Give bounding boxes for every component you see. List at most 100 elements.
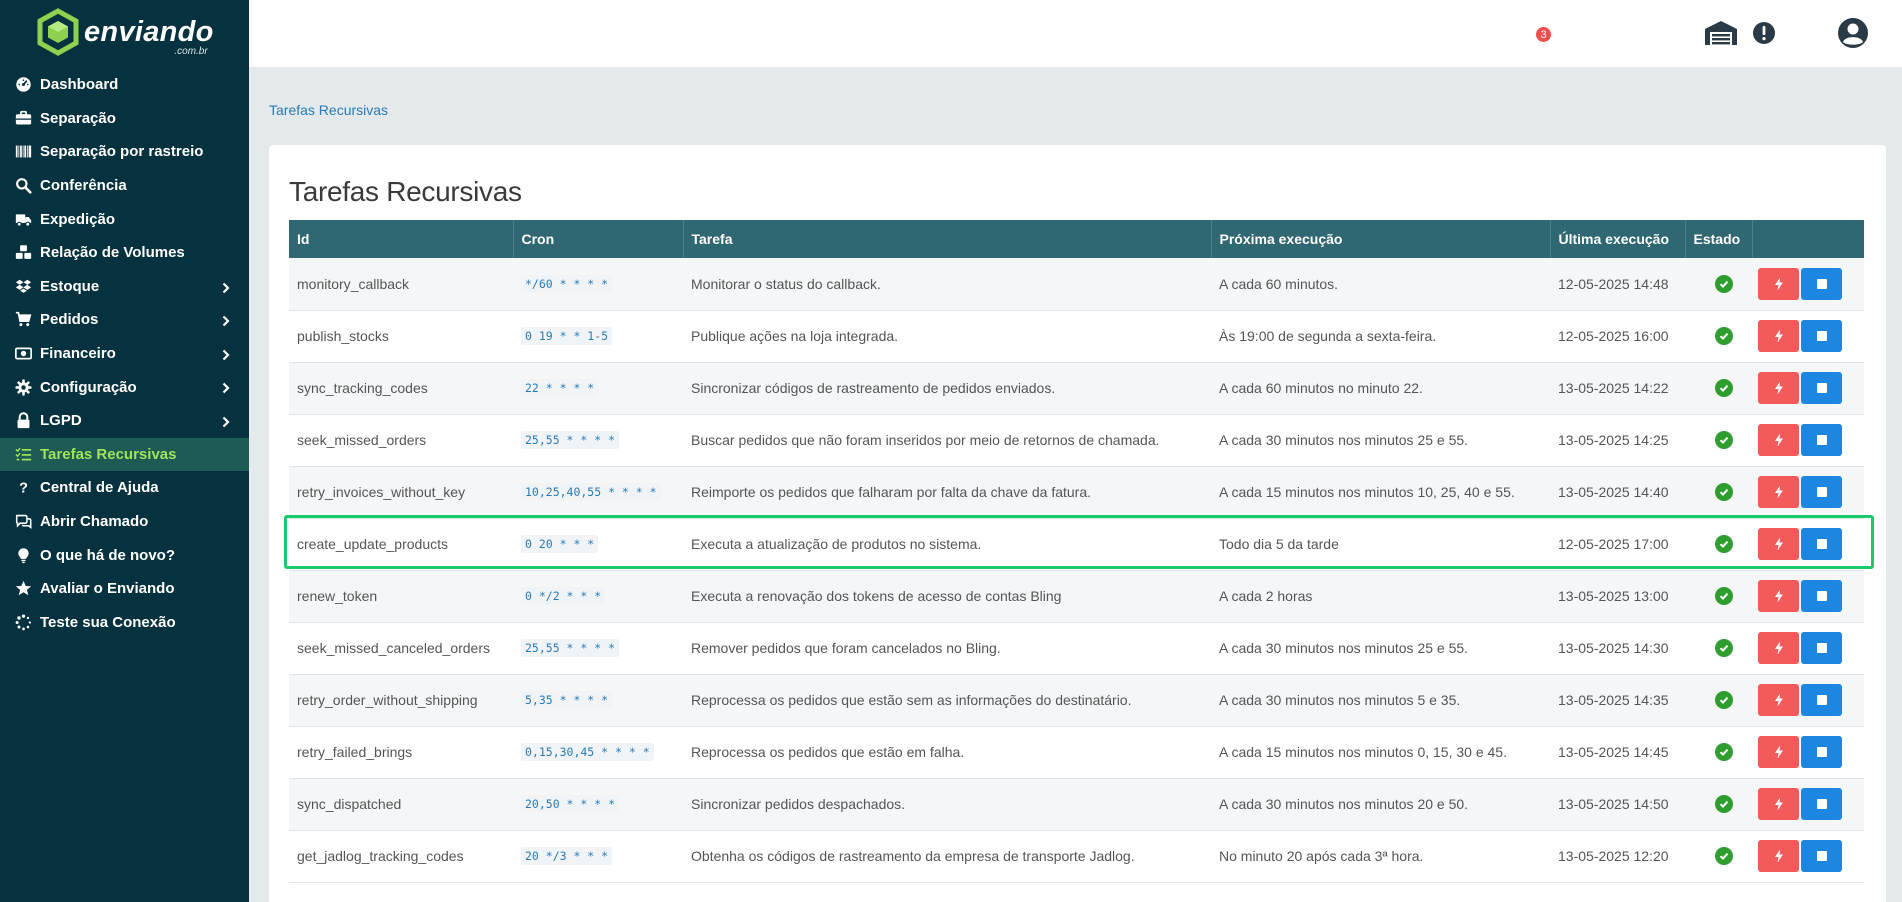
cell-task: Reprocessa os pedidos que estão sem as i… <box>691 692 1132 708</box>
logo[interactable]: enviando .com.br <box>0 0 249 64</box>
table-row: get_jadlog_tracking_codes 20 */3 * * * Obt… <box>289 830 1864 882</box>
sidebar-item-tarefas-recursivas[interactable]: Tarefas Recursivas <box>0 437 249 472</box>
stop-button[interactable] <box>1801 736 1842 768</box>
stop-icon <box>1816 695 1827 705</box>
cell-id-container: retry_order_without_shipping <box>289 674 513 726</box>
chevron-right-icon <box>221 281 231 293</box>
top-bar <box>249 0 1902 67</box>
sidebar-item-configuracao[interactable]: Configuração <box>0 370 249 404</box>
check-circle-icon <box>1715 847 1733 865</box>
sidebar-item-expedicao[interactable]: Expedição <box>0 202 249 236</box>
col-actions <box>1752 220 1864 258</box>
cell-next-run-container: A cada 30 minutos nos minutos 20 e 50. <box>1211 778 1550 830</box>
stop-icon <box>1816 435 1827 445</box>
stop-button[interactable] <box>1801 424 1842 456</box>
cell-cron-container: 22 * * * * <box>513 362 683 414</box>
sidebar-item-central-de-ajuda[interactable]: ? Central de Ajuda <box>0 471 249 505</box>
cell-actions <box>1752 778 1864 830</box>
run-now-button[interactable] <box>1758 320 1799 352</box>
cell-next-run-container: A cada 2 horas <box>1211 570 1550 622</box>
run-now-button[interactable] <box>1758 372 1799 404</box>
bolt-icon <box>1774 589 1783 603</box>
sidebar-item-conferencia[interactable]: Conferência <box>0 169 249 203</box>
stop-button[interactable] <box>1801 476 1842 508</box>
sidebar-item-label: Estoque <box>40 277 100 295</box>
sidebar-item-teste-sua-conexao[interactable]: Teste sua Conexão <box>0 606 249 640</box>
cell-cron: 0,15,30,45 * * * * <box>521 743 654 761</box>
cell-id: get_jadlog_tracking_codes <box>297 848 464 864</box>
sidebar-item-pedidos[interactable]: Pedidos <box>0 303 249 337</box>
run-now-button[interactable] <box>1758 267 1799 300</box>
sidebar: enviando .com.br Dashboard Separação Separ… <box>0 0 249 902</box>
cart-icon <box>13 310 33 330</box>
cell-task-container: Sincronizar pedidos despachados. <box>683 778 1211 830</box>
cell-task: Remover pedidos que foram cancelados no … <box>691 640 1001 656</box>
stop-icon <box>1816 487 1827 497</box>
sidebar-item-abrir-chamado[interactable]: Abrir Chamado <box>0 505 249 539</box>
run-now-button[interactable] <box>1758 476 1799 508</box>
cell-last-run: 13-05-2025 13:00 <box>1558 588 1669 604</box>
run-now-button[interactable] <box>1758 424 1799 456</box>
stop-button[interactable] <box>1801 684 1842 716</box>
sidebar-item-dashboard[interactable]: Dashboard <box>0 68 249 102</box>
stop-button[interactable] <box>1801 528 1842 560</box>
cell-status-container <box>1685 362 1752 414</box>
cell-id-container: seek_missed_canceled_orders <box>289 622 513 674</box>
cell-task: Executa a atualização de produtos no sis… <box>691 536 982 552</box>
cell-cron: 25,55 * * * * <box>521 431 620 449</box>
cell-task-container: Remover pedidos que foram cancelados no … <box>683 622 1211 674</box>
sidebar-item-avaliar-o-enviando[interactable]: Avaliar o Enviando <box>0 572 249 606</box>
cell-task-container: Executa a atualização de produtos no sis… <box>683 518 1211 570</box>
col-next-run[interactable]: Próxima execução <box>1211 220 1551 258</box>
col-status[interactable]: Estado <box>1685 220 1753 258</box>
cell-status-container <box>1685 726 1752 778</box>
stop-button[interactable] <box>1801 267 1842 300</box>
run-now-button[interactable] <box>1758 684 1799 716</box>
cell-status-container <box>1685 414 1752 466</box>
cell-task-container: Monitorar o status do callback. <box>683 258 1211 310</box>
notification-badge: 3 <box>1536 27 1551 42</box>
col-cron[interactable]: Cron <box>513 220 684 258</box>
sidebar-item-label: Separação por rastreio <box>40 143 204 161</box>
sidebar-item-o-que-ha-de-novo[interactable]: O que há de novo? <box>0 538 249 572</box>
stop-button[interactable] <box>1801 372 1842 404</box>
col-id[interactable]: Id <box>289 220 514 258</box>
stop-button[interactable] <box>1801 580 1842 612</box>
bolt-icon <box>1774 433 1783 447</box>
cell-next-run: Às 19:00 de segunda a sexta-feira. <box>1219 328 1437 344</box>
cell-last-run-container: 12-05-2025 14:48 <box>1550 258 1685 310</box>
sidebar-item-label: LGPD <box>40 412 82 430</box>
sidebar-item-separacao-por-rastreio[interactable]: Separação por rastreio <box>0 135 249 169</box>
stop-button[interactable] <box>1801 632 1842 664</box>
run-now-button[interactable] <box>1758 788 1799 820</box>
sidebar-item-label: Tarefas Recursivas <box>40 445 177 463</box>
table-row: monitory_callback */60 * * * * Monitorar o… <box>289 258 1864 310</box>
stop-button[interactable] <box>1801 840 1842 872</box>
cell-next-run-container: No minuto 20 após cada 3ª hora. <box>1211 830 1550 882</box>
cell-last-run-container: 13-05-2025 14:45 <box>1550 726 1685 778</box>
table-row: seek_missed_canceled_orders 25,55 * * * *… <box>289 622 1864 674</box>
col-last-run[interactable]: Última execução <box>1550 220 1686 258</box>
cell-cron-container: 5,35 * * * * <box>513 674 683 726</box>
sidebar-item-relacao-de-volumes[interactable]: Relação de Volumes <box>0 236 249 270</box>
warehouse-icon[interactable] <box>1704 16 1738 50</box>
cell-next-run: A cada 15 minutos nos minutos 10, 25, 40… <box>1219 484 1515 500</box>
run-now-button[interactable] <box>1758 632 1799 664</box>
sidebar-item-lgpd[interactable]: LGPD <box>0 404 249 438</box>
user-avatar-icon[interactable] <box>1836 16 1870 50</box>
run-now-button[interactable] <box>1758 580 1799 612</box>
run-now-button[interactable] <box>1758 736 1799 768</box>
cell-last-run-container: 13-05-2025 13:00 <box>1550 570 1685 622</box>
stop-button[interactable] <box>1801 320 1842 352</box>
run-now-button[interactable] <box>1758 840 1799 872</box>
col-task[interactable]: Tarefa <box>683 220 1212 258</box>
alert-icon[interactable] <box>1747 16 1781 50</box>
sidebar-item-separacao[interactable]: Separação <box>0 102 249 136</box>
sidebar-item-estoque[interactable]: Estoque <box>0 270 249 304</box>
cell-next-run: No minuto 20 após cada 3ª hora. <box>1219 848 1424 864</box>
run-now-button[interactable] <box>1758 528 1799 560</box>
sidebar-item-financeiro[interactable]: Financeiro <box>0 337 249 371</box>
cell-next-run: A cada 30 minutos nos minutos 20 e 50. <box>1219 796 1469 812</box>
breadcrumb[interactable]: Tarefas Recursivas <box>269 102 388 118</box>
stop-button[interactable] <box>1801 788 1842 820</box>
